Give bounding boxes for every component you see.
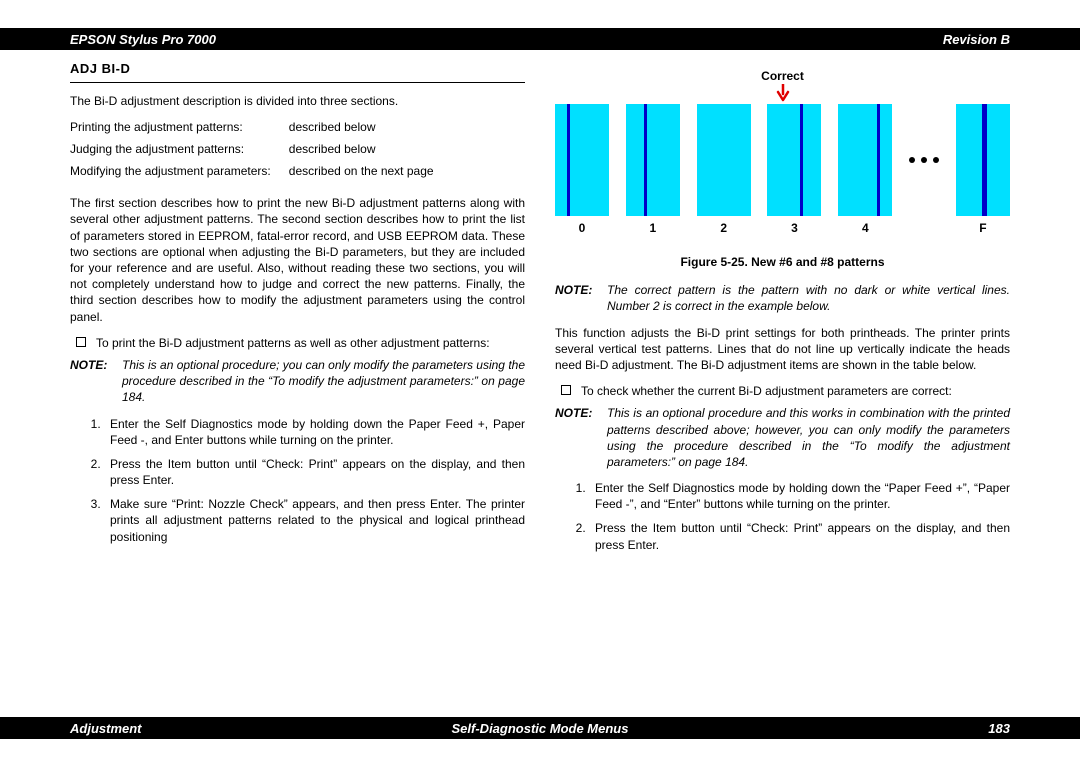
note-label: NOTE: [555,282,607,314]
pattern-num: 1 [626,220,680,236]
section-title: ADJ BI-D [70,60,525,83]
step-item: Enter the Self Diagnostics mode by holdi… [104,416,525,448]
footer-right: 183 [988,721,1010,736]
note-text: The correct pattern is the pattern with … [607,282,1010,314]
note-block: NOTE: The correct pattern is the pattern… [555,282,1010,314]
note-block: NOTE: This is an optional procedure and … [555,405,1010,470]
checkbox-icon [561,385,571,395]
table-key: Judging the adjustment patterns: [70,141,289,163]
page-body: ADJ BI-D The Bi-D adjustment description… [70,60,1010,561]
table-row: Printing the adjustment patterns: descri… [70,119,452,141]
header-left: EPSON Stylus Pro 7000 [70,32,216,47]
table-key: Modifying the adjustment parameters: [70,163,289,185]
steps-list: Enter the Self Diagnostics mode by holdi… [555,480,1010,553]
pattern-1 [626,104,680,216]
pattern-3 [767,104,821,216]
table-val: described below [289,119,452,141]
sections-table: Printing the adjustment patterns: descri… [70,119,452,186]
intro-text: The Bi-D adjustment description is divid… [70,93,525,109]
bullet-item: To print the Bi-D adjustment patterns as… [70,335,525,351]
pattern-0 [555,104,609,216]
pattern-numbers: 0 1 2 3 4 F [555,220,1010,236]
steps-list: Enter the Self Diagnostics mode by holdi… [70,416,525,545]
pattern-num: 2 [697,220,751,236]
bullet-text: To print the Bi-D adjustment patterns as… [96,335,525,351]
table-key: Printing the adjustment patterns: [70,119,289,141]
body-text: This function adjusts the Bi-D print set… [555,325,1010,374]
pattern-num: 4 [838,220,892,236]
checkbox-icon [76,337,86,347]
header-right: Revision B [943,32,1010,47]
table-val: described below [289,141,452,163]
step-item: Make sure “Print: Nozzle Check” appears,… [104,496,525,545]
figure-caption: Figure 5-25. New #6 and #8 patterns [555,254,1010,270]
left-column: ADJ BI-D The Bi-D adjustment description… [70,60,525,561]
step-item: Press the Item button until “Check: Prin… [104,456,525,488]
note-label: NOTE: [70,357,122,406]
footer-bar: Adjustment Self-Diagnostic Mode Menus 18… [0,717,1080,739]
ellipsis-icon [909,157,939,163]
note-label: NOTE: [555,405,607,470]
right-column: Correct [555,60,1010,561]
arrow-down-icon [776,84,790,106]
pattern-4 [838,104,892,216]
step-item: Press the Item button until “Check: Prin… [589,520,1010,552]
step-item: Enter the Self Diagnostics mode by holdi… [589,480,1010,512]
header-bar: EPSON Stylus Pro 7000 Revision B [0,28,1080,50]
pattern-f [956,104,1010,216]
body-text: The first section describes how to print… [70,195,525,325]
note-text: This is an optional procedure and this w… [607,405,1010,470]
pattern-bars [555,104,1010,216]
table-val: described on the next page [289,163,452,185]
bullet-item: To check whether the current Bi-D adjust… [555,383,1010,399]
pattern-num: F [956,220,1010,236]
table-row: Judging the adjustment patterns: describ… [70,141,452,163]
bullet-text: To check whether the current Bi-D adjust… [581,383,1010,399]
note-block: NOTE: This is an optional procedure; you… [70,357,525,406]
table-row: Modifying the adjustment parameters: des… [70,163,452,185]
pattern-2 [697,104,751,216]
pattern-num: 0 [555,220,609,236]
pattern-diagram: Correct [555,68,1010,248]
pattern-num: 3 [767,220,821,236]
footer-center: Self-Diagnostic Mode Menus [0,721,1080,736]
correct-label: Correct [555,68,1010,84]
note-text: This is an optional procedure; you can o… [122,357,525,406]
